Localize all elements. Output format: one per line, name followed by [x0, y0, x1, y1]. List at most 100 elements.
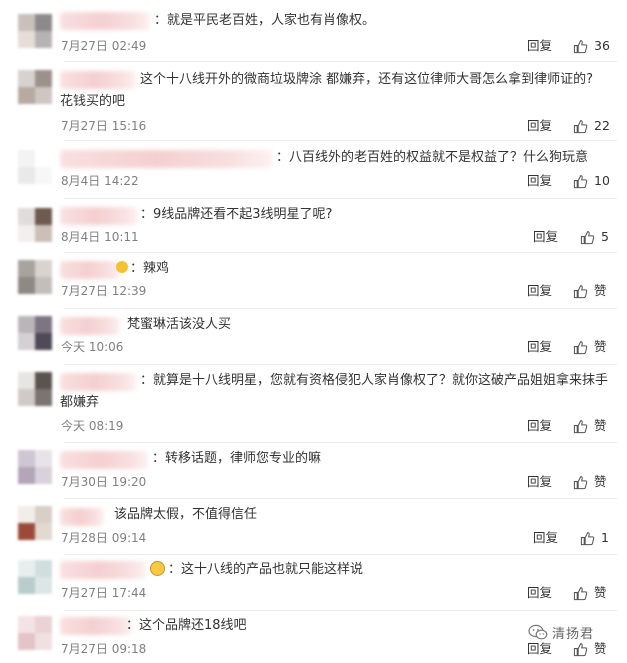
avatar[interactable]: [18, 372, 52, 406]
thumbs-up-icon: [580, 230, 595, 244]
avatar[interactable]: [18, 316, 52, 350]
comment-text-body: ：辣鸡: [130, 261, 170, 276]
reply-button[interactable]: 回复: [527, 339, 552, 355]
thumbs-up-icon: [573, 475, 588, 489]
username-blurred[interactable]: [60, 12, 150, 30]
separator: [64, 364, 617, 365]
comment-date: 7月30日 19:20: [61, 475, 147, 489]
like-button[interactable]: 10: [573, 173, 610, 189]
like-count: 5: [601, 229, 609, 244]
like-button[interactable]: 赞: [573, 418, 607, 434]
username-blurred[interactable]: [60, 451, 148, 469]
like-count: 赞: [594, 418, 607, 433]
like-button[interactable]: 1: [580, 530, 609, 546]
username-blurred[interactable]: [60, 317, 120, 335]
reply-button[interactable]: 回复: [527, 641, 552, 657]
reply-button[interactable]: 回复: [527, 38, 552, 54]
avatar[interactable]: [18, 616, 52, 650]
reply-button[interactable]: 回复: [527, 474, 552, 490]
comment-date: 8月4日 10:11: [61, 230, 139, 244]
reply-button[interactable]: 回复: [533, 530, 558, 546]
reply-button[interactable]: 回复: [527, 283, 552, 299]
comment-item: 该品牌太假，不值得信任 7月28日 09:14 回复 1: [0, 500, 627, 556]
separator: [64, 442, 617, 443]
reply-button[interactable]: 回复: [527, 418, 552, 434]
comment-text-body: ：这十八线的产品也就只能这样说: [168, 562, 364, 577]
avatar[interactable]: [18, 14, 52, 48]
comment-text: ：9线品牌还看不起3线明星了呢?: [140, 207, 333, 222]
like-button[interactable]: 36: [573, 38, 610, 54]
comment-date: 7月27日 02:49: [61, 39, 147, 53]
username-blurred[interactable]: [60, 71, 136, 89]
comment-text: ：转移话题，律师您专业的嘛: [152, 451, 322, 466]
reply-button[interactable]: 回复: [527, 585, 552, 601]
thumbs-up-icon: [573, 119, 588, 133]
like-count: 22: [594, 118, 610, 133]
comment-text: ：八百线外的老百姓的权益就不是权益了？什么狗玩意: [276, 150, 589, 165]
comment-text: ：就是平民老百姓，人家也有肖像权。: [154, 13, 376, 28]
username-blurred[interactable]: [60, 373, 136, 391]
comment-item: ：转移话题，律师您专业的嘛 7月30日 19:20 回复 赞: [0, 444, 627, 500]
avatar[interactable]: [18, 560, 52, 594]
like-button[interactable]: 5: [580, 229, 609, 245]
avatar[interactable]: [18, 450, 52, 484]
wechat-icon: [528, 624, 548, 640]
separator: [64, 554, 617, 555]
comment-item: ：就是平民老百姓，人家也有肖像权。 7月27日 02:49 回复 36: [0, 0, 627, 63]
comment-item: ：八百线外的老百姓的权益就不是权益了？什么狗玩意 8月4日 14:22 回复 1…: [0, 142, 627, 200]
thumbs-up-icon: [573, 284, 588, 298]
comment-text: ：辣鸡: [116, 259, 169, 279]
reply-button[interactable]: 回复: [527, 173, 552, 189]
like-button[interactable]: 赞: [573, 283, 607, 299]
reply-button[interactable]: 回复: [527, 118, 552, 134]
like-button[interactable]: 22: [573, 118, 610, 134]
comment-date: 7月27日 15:16: [61, 119, 147, 133]
like-count: 赞: [594, 585, 607, 600]
username-blurred[interactable]: [60, 561, 146, 579]
like-count: 10: [594, 173, 610, 188]
comment-list: ：就是平民老百姓，人家也有肖像权。 7月27日 02:49 回复 36 这个十八…: [0, 0, 627, 663]
username-blurred[interactable]: [60, 261, 120, 279]
comment-item: ：辣鸡 7月27日 12:39 回复 赞: [0, 254, 627, 310]
comment-date: 7月27日 12:39: [61, 284, 147, 298]
like-button[interactable]: 赞: [573, 641, 607, 657]
thumbs-up-icon: [573, 174, 588, 188]
avatar[interactable]: [18, 150, 52, 184]
comment-text: ：这十八线的产品也就只能这样说: [150, 560, 363, 580]
avatar[interactable]: [18, 208, 52, 242]
like-count: 赞: [594, 474, 607, 489]
thumbs-up-icon: [573, 586, 588, 600]
comment-date: 今天 10:06: [61, 340, 124, 354]
comment-item: 这个十八线开外的微商垃圾牌涂 都嫌弃，还有这位律师大哥怎么拿到律师证的? 花钱买…: [0, 62, 627, 142]
comment-text: 该品牌太假，不值得信任: [114, 507, 258, 522]
username-blurred[interactable]: [60, 617, 132, 635]
like-button[interactable]: 赞: [573, 474, 607, 490]
avatar[interactable]: [18, 70, 52, 104]
comment-date: 7月27日 17:44: [61, 586, 147, 600]
separator: [64, 308, 617, 309]
username-blurred[interactable]: [60, 207, 138, 225]
comment-date: 7月27日 09:18: [61, 642, 147, 656]
comment-text: 这个十八线开外的微商垃圾牌涂 都嫌弃，还有这位律师大哥怎么拿到律师证的?: [140, 72, 594, 87]
comment-text: ：这个品牌还18线吧: [126, 618, 247, 633]
comment-date: 今天 08:19: [61, 419, 124, 433]
reply-button[interactable]: 回复: [533, 229, 558, 245]
separator: [64, 140, 617, 141]
comment-item: ：这十八线的产品也就只能这样说 7月27日 17:44 回复 赞: [0, 556, 627, 612]
username-blurred[interactable]: [60, 150, 272, 168]
like-button[interactable]: 赞: [573, 585, 607, 601]
separator: [64, 498, 617, 499]
emoji-icon: [116, 261, 128, 273]
username-blurred[interactable]: [60, 508, 104, 526]
thumbs-up-icon: [580, 531, 595, 545]
like-button[interactable]: 赞: [573, 339, 607, 355]
avatar[interactable]: [18, 260, 52, 294]
comment-item: ：9线品牌还看不起3线明星了呢? 8月4日 10:11 回复 5: [0, 198, 627, 254]
comment-item: ：就算是十八线明星，您就有资格侵犯人家肖像权了？就你这破产品姐姐拿来抹手 都嫌弃…: [0, 366, 627, 444]
comment-item: 梵蜜琳活该没人买 今天 10:06 回复 赞: [0, 310, 627, 366]
thumbs-up-icon: [573, 642, 588, 656]
comment-text: 梵蜜琳活该没人买: [127, 317, 232, 332]
thumbs-up-icon: [573, 419, 588, 433]
comment-text-continued: 都嫌弃: [60, 395, 100, 410]
avatar[interactable]: [18, 506, 52, 540]
